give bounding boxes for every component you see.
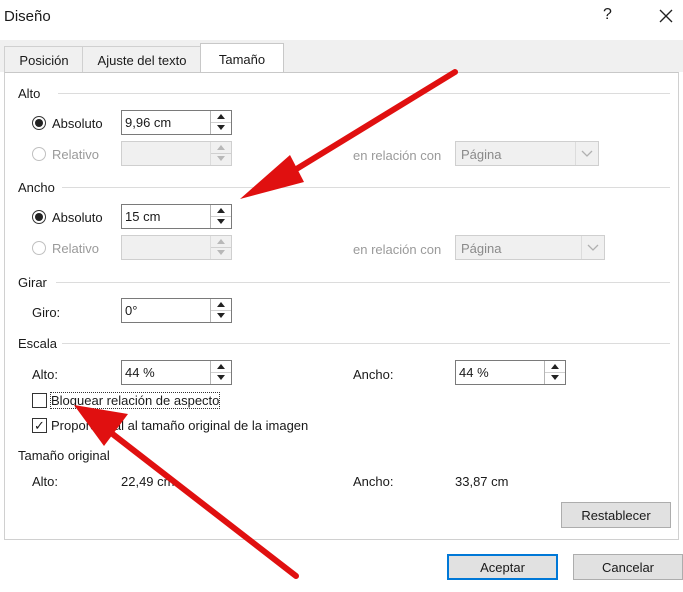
escala-ancho-value: 44 % <box>459 365 489 380</box>
tab-posicion[interactable]: Posición <box>4 46 84 73</box>
section-alto-title: Alto <box>18 86 41 101</box>
checkmark-icon: ✓ <box>34 418 45 433</box>
alto-relacion-value: Página <box>461 147 502 162</box>
chevron-up-icon <box>217 364 225 369</box>
restablecer-button[interactable]: Restablecer <box>561 502 671 528</box>
decrement-button[interactable] <box>211 153 231 164</box>
decrement-button[interactable] <box>211 372 231 383</box>
chevron-up-icon <box>217 114 225 119</box>
proporcional-label: Proporcional al tamaño original de la im… <box>51 418 309 433</box>
chevron-up-icon <box>217 208 225 213</box>
ancho-absoluto-value: 15 cm <box>125 209 161 224</box>
separator <box>62 343 670 344</box>
original-ancho-label: Ancho: <box>353 474 394 489</box>
alto-relacion-label: en relación con <box>353 148 442 163</box>
alto-absoluto-label: Absoluto <box>52 116 103 131</box>
close-button[interactable] <box>655 5 677 27</box>
section-original-title: Tamaño original <box>18 448 110 463</box>
alto-absoluto-stepper[interactable]: 9,96 cm <box>121 110 232 135</box>
ancho-relativo-stepper[interactable] <box>121 235 232 260</box>
chevron-up-icon <box>217 145 225 150</box>
aceptar-button[interactable]: Aceptar <box>447 554 558 580</box>
decrement-button[interactable] <box>211 122 231 133</box>
chevron-up-icon <box>551 364 559 369</box>
section-girar-title: Girar <box>18 275 47 290</box>
alto-relativo-radio[interactable] <box>32 147 46 161</box>
chevron-up-icon <box>217 239 225 244</box>
ancho-relativo-radio[interactable] <box>32 241 46 255</box>
help-button[interactable]: ? <box>603 6 612 24</box>
alto-absoluto-radio[interactable] <box>32 116 46 130</box>
chevron-up-icon <box>217 302 225 307</box>
tab-tamano[interactable]: Tamaño <box>200 43 284 74</box>
original-alto-value: 22,49 cm <box>121 474 175 489</box>
cancelar-button[interactable]: Cancelar <box>573 554 683 580</box>
section-ancho-title: Ancho <box>18 180 55 195</box>
section-escala-title: Escala <box>18 336 58 351</box>
ancho-relativo-label: Relativo <box>52 241 99 256</box>
escala-ancho-stepper[interactable]: 44 % <box>455 360 566 385</box>
original-alto-label: Alto: <box>32 474 59 489</box>
escala-ancho-label: Ancho: <box>353 367 394 382</box>
chevron-down-icon <box>217 250 225 255</box>
giro-label: Giro: <box>32 305 61 320</box>
escala-alto-stepper[interactable]: 44 % <box>121 360 232 385</box>
proporcional-checkbox[interactable]: ✓ <box>32 418 47 433</box>
original-ancho-value: 33,87 cm <box>455 474 509 489</box>
escala-alto-value: 44 % <box>125 365 155 380</box>
ancho-absoluto-stepper[interactable]: 15 cm <box>121 204 232 229</box>
chevron-down-icon <box>587 244 599 251</box>
chevron-down-icon <box>551 375 559 380</box>
ancho-absoluto-radio[interactable] <box>32 210 46 224</box>
bloquear-checkbox[interactable] <box>32 393 47 408</box>
separator <box>62 187 670 188</box>
bloquear-label: Bloquear relación de aspecto <box>49 392 221 409</box>
dialog-title: Diseño <box>4 8 51 25</box>
separator <box>58 93 670 94</box>
tab-ajuste-del-texto[interactable]: Ajuste del texto <box>82 46 202 73</box>
alto-relacion-select[interactable]: Página <box>455 141 599 166</box>
decrement-button[interactable] <box>211 310 231 321</box>
giro-value: 0° <box>125 303 138 318</box>
close-icon <box>659 9 673 23</box>
decrement-button[interactable] <box>211 247 231 258</box>
ancho-relacion-label: en relación con <box>353 242 442 257</box>
escala-alto-label: Alto: <box>32 367 59 382</box>
alto-relativo-label: Relativo <box>52 147 99 162</box>
chevron-down-icon <box>581 150 593 157</box>
ancho-relacion-value: Página <box>461 241 502 256</box>
alto-relativo-stepper[interactable] <box>121 141 232 166</box>
decrement-button[interactable] <box>545 372 565 383</box>
chevron-down-icon <box>217 375 225 380</box>
giro-stepper[interactable]: 0° <box>121 298 232 323</box>
chevron-down-icon <box>217 313 225 318</box>
separator <box>56 282 670 283</box>
ancho-absoluto-label: Absoluto <box>52 210 103 225</box>
ancho-relacion-select[interactable]: Página <box>455 235 605 260</box>
chevron-down-icon <box>217 125 225 130</box>
chevron-down-icon <box>217 219 225 224</box>
chevron-down-icon <box>217 156 225 161</box>
alto-absoluto-value: 9,96 cm <box>125 115 172 130</box>
decrement-button[interactable] <box>211 216 231 227</box>
